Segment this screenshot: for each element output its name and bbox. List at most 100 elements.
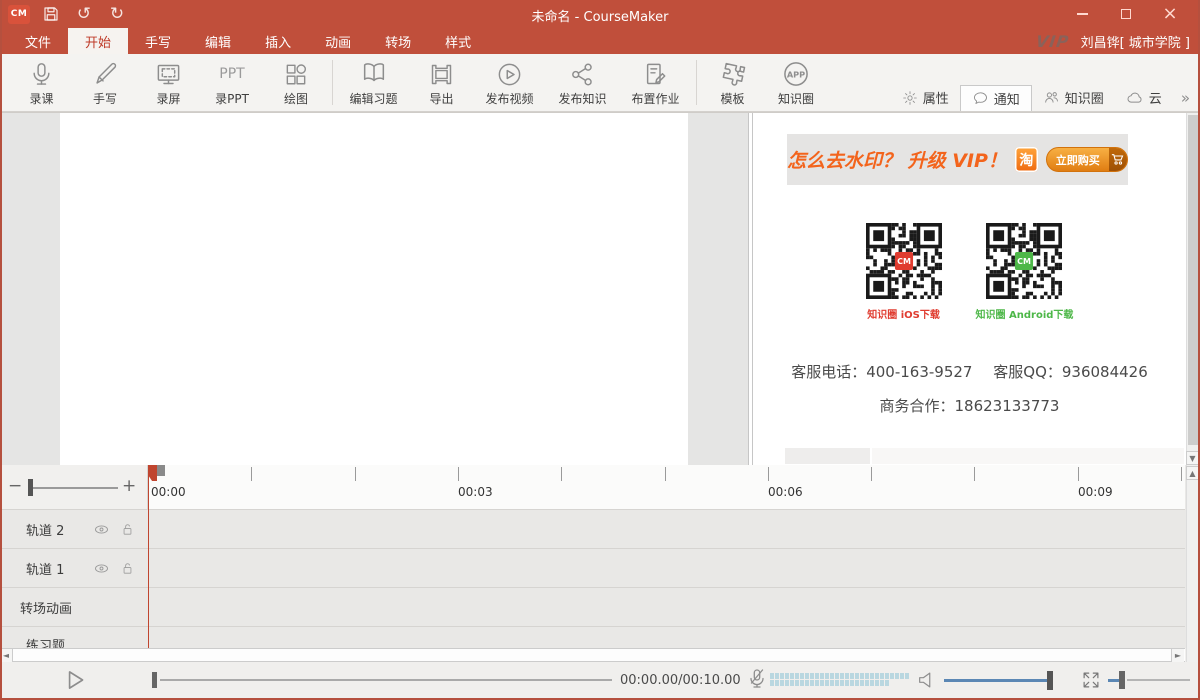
zoom-out-button[interactable]: −	[8, 476, 22, 496]
playhead-line[interactable]	[148, 465, 149, 648]
zoom-slider-handle[interactable]	[28, 479, 33, 496]
timeline-ruler[interactable]: 00:00 00:03 00:06 00:09	[148, 465, 1185, 510]
unlock-icon[interactable]	[114, 522, 140, 537]
expand-toolbar-icon[interactable]: »	[1181, 89, 1188, 107]
taobao-icon[interactable]: 淘	[1015, 147, 1038, 172]
notifications-button[interactable]: 通知	[960, 85, 1032, 111]
properties-button[interactable]: 属性	[891, 85, 960, 111]
zoom-in-button[interactable]: +	[122, 476, 136, 496]
book-icon	[360, 59, 388, 89]
track-row[interactable]: 练习题	[0, 627, 1185, 648]
panel-section-peek	[785, 448, 870, 464]
minimize-button[interactable]	[1060, 0, 1104, 28]
save-button[interactable]	[39, 3, 63, 25]
svg-text:CM: CM	[897, 257, 911, 266]
audio-level-meter	[770, 673, 910, 686]
shapes-icon	[283, 59, 309, 89]
template-button[interactable]: 模板	[701, 54, 764, 111]
notification-panel: 怎么去水印？ 升级 VIP！ 淘 立即购买 CM 知识圈 iOS下载 CM 知识…	[753, 113, 1186, 466]
preview-zoom-slider[interactable]	[1127, 679, 1190, 681]
gear-icon	[902, 90, 918, 106]
volume-slider[interactable]	[944, 679, 1052, 682]
cloud-icon	[1126, 89, 1144, 107]
publish-knowledge-button[interactable]: 发布知识	[546, 54, 619, 111]
close-button[interactable]: ×	[1148, 0, 1192, 28]
ppt-icon: PPT	[219, 59, 244, 89]
playhead-handle[interactable]	[157, 465, 165, 476]
knowledge-circle-button[interactable]: APP 知识圈	[764, 54, 828, 111]
cloud-button[interactable]: 云	[1115, 85, 1173, 111]
speaker-icon[interactable]	[916, 669, 938, 695]
ruler-label: 00:03	[458, 485, 493, 499]
unlock-icon[interactable]	[114, 561, 140, 576]
svg-text:CM: CM	[1018, 257, 1032, 266]
preview-zoom-slider-handle[interactable]	[1119, 671, 1125, 689]
service-phone: 客服电话：400-163-9527	[791, 363, 972, 381]
handwrite-button[interactable]: 手写	[73, 54, 137, 111]
qr-ios-block: CM 知识圈 iOS下载	[866, 223, 942, 321]
scrollbar-thumb[interactable]	[1188, 115, 1198, 445]
editing-canvas[interactable]	[60, 113, 688, 466]
vip-badge: VIP	[1034, 32, 1070, 51]
maximize-button[interactable]	[1104, 0, 1148, 28]
qr-code-android: CM	[986, 223, 1062, 299]
pencil-icon	[92, 59, 119, 89]
tab-transition[interactable]: 转场	[368, 28, 428, 54]
export-button[interactable]: 导出	[410, 54, 473, 111]
buy-now-button[interactable]: 立即购买	[1046, 147, 1128, 172]
tab-insert[interactable]: 插入	[248, 28, 308, 54]
ruler-label: 00:06	[768, 485, 803, 499]
publish-video-button[interactable]: 发布视频	[473, 54, 546, 111]
track-row[interactable]: 轨道 1	[0, 549, 1185, 588]
cart-icon	[1109, 147, 1127, 172]
template-icon	[719, 59, 747, 89]
volume-slider-handle[interactable]	[1047, 671, 1053, 690]
playhead-marker[interactable]	[148, 465, 157, 481]
publish-video-icon	[496, 59, 523, 89]
tab-style[interactable]: 样式	[428, 28, 488, 54]
redo-button[interactable]: ↻	[105, 3, 129, 25]
assign-homework-button[interactable]: 布置作业	[619, 54, 692, 111]
seek-slider[interactable]	[160, 679, 612, 681]
record-ppt-button[interactable]: PPT 录PPT	[200, 54, 264, 111]
record-lesson-button[interactable]: 录课	[10, 54, 73, 111]
time-display: 00:00.00/00:10.00	[620, 673, 730, 688]
tab-handwrite[interactable]: 手写	[128, 28, 188, 54]
timeline: − + 00:00 00:03 00:06 00:09 轨道 2	[0, 465, 1200, 648]
seek-slider-handle[interactable]	[152, 672, 157, 688]
undo-button[interactable]: ↺	[72, 3, 96, 25]
edit-exercises-button[interactable]: 编辑习题	[337, 54, 410, 111]
app-icon: APP	[782, 59, 810, 89]
microphone-muted-icon[interactable]	[745, 667, 769, 695]
tab-edit[interactable]: 编辑	[188, 28, 248, 54]
user-account[interactable]: 刘昌铧[ 城市学院 ]	[1081, 32, 1190, 51]
main-area: 怎么去水印？ 升级 VIP！ 淘 立即购买 CM 知识圈 iOS下载 CM 知识…	[0, 112, 1200, 465]
tab-home[interactable]: 开始	[68, 28, 128, 54]
knowledge-circle-panel-button[interactable]: 知识圈	[1032, 85, 1115, 111]
record-screen-button[interactable]: 录屏	[137, 54, 200, 111]
timeline-hscrollbar[interactable]: ◄ ►	[0, 648, 1185, 662]
business-contact: 商务合作：18623133773	[753, 395, 1186, 416]
fullscreen-icon[interactable]	[1080, 669, 1102, 695]
tab-animation[interactable]: 动画	[308, 28, 368, 54]
qr-code-ios: CM	[866, 223, 942, 299]
tab-file[interactable]: 文件	[8, 28, 68, 54]
svg-text:APP: APP	[787, 69, 805, 79]
draw-button[interactable]: 绘图	[264, 54, 328, 111]
microphone-icon	[28, 59, 55, 89]
people-icon	[1043, 89, 1060, 106]
track-row[interactable]: 转场动画	[0, 588, 1185, 627]
play-button[interactable]	[62, 667, 88, 697]
toolbar-divider	[696, 60, 697, 105]
service-qq: 客服QQ：936084426	[993, 363, 1148, 381]
visibility-eye-icon[interactable]	[88, 521, 114, 538]
contact-line: 客服电话：400-163-9527 客服QQ：936084426	[753, 361, 1186, 382]
toolbar: 录课 手写 录屏 PPT 录PPT 绘图	[0, 54, 1200, 112]
window-title: 未命名 - CourseMaker	[0, 6, 1200, 25]
visibility-eye-icon[interactable]	[88, 560, 114, 577]
app-logo-icon: CM	[8, 5, 30, 24]
zoom-slider[interactable]	[30, 487, 118, 489]
vip-promo-banner[interactable]: 怎么去水印？ 升级 VIP！ 淘 立即购买	[787, 134, 1128, 185]
track-row[interactable]: 轨道 2	[0, 510, 1185, 549]
scroll-right-button[interactable]: ►	[1171, 649, 1184, 662]
